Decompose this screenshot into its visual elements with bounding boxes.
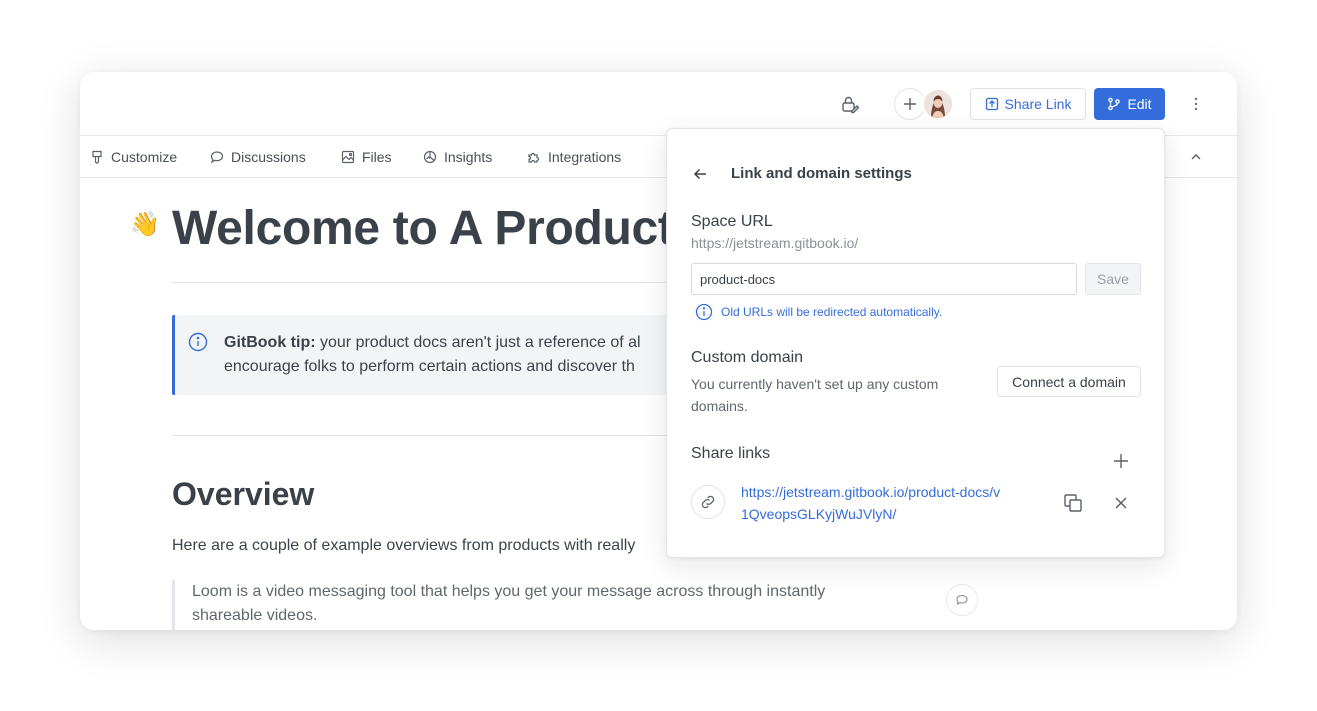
comment-button[interactable] [946, 584, 978, 616]
chart-icon [423, 150, 437, 164]
page-title[interactable]: Welcome to A Product [172, 201, 674, 256]
share-links-label: Share links [691, 445, 771, 462]
redirect-note: Old URLs will be redirected automaticall… [695, 303, 942, 321]
avatar[interactable] [922, 88, 954, 120]
hint-line-1: your product docs aren't just a referenc… [315, 334, 641, 351]
add-share-link-button[interactable] [1111, 451, 1131, 471]
share-link-label: Share Link [1004, 96, 1072, 112]
url-prefix: https://jetstream.gitbook.io/ [691, 235, 859, 251]
tab-customize[interactable]: Customize [90, 136, 177, 178]
share-link-button[interactable]: Share Link [970, 88, 1086, 120]
more-options-icon[interactable] [1188, 92, 1204, 116]
tab-integrations[interactable]: Integrations [527, 136, 621, 178]
hint-bold: GitBook tip: [224, 334, 316, 351]
plus-icon [1114, 454, 1128, 468]
brush-icon [92, 150, 102, 164]
page-emoji[interactable]: 👋 [130, 213, 160, 237]
back-arrow-icon[interactable] [691, 165, 709, 183]
info-icon [188, 332, 208, 352]
tab-discussions[interactable]: Discussions [210, 136, 306, 178]
puzzle-icon [528, 152, 540, 163]
tab-files[interactable]: Files [341, 136, 392, 178]
chevron-up-icon[interactable] [1188, 149, 1204, 165]
comment-icon [956, 594, 968, 606]
share-icon [985, 97, 998, 111]
save-button[interactable]: Save [1085, 263, 1141, 295]
edit-button[interactable]: Edit [1094, 88, 1165, 120]
tab-insights[interactable]: Insights [423, 136, 492, 178]
space-url-label: Space URL [691, 213, 773, 230]
quote-block[interactable]: Loom is a video messaging tool that help… [172, 580, 892, 630]
chat-bubble-icon [210, 151, 224, 164]
close-icon[interactable] [1111, 493, 1131, 513]
share-link-url[interactable]: https://jetstream.gitbook.io/product-doc… [741, 481, 1001, 525]
connect-domain-button[interactable]: Connect a domain [997, 366, 1141, 397]
redirect-note-text: Old URLs will be redirected automaticall… [721, 305, 943, 319]
tab-label: Files [362, 149, 392, 165]
edit-label: Edit [1127, 96, 1152, 112]
custom-domain-label: Custom domain [691, 349, 804, 366]
link-icon [691, 485, 725, 519]
info-icon [695, 303, 713, 321]
hint-text: GitBook tip: your product docs aren't ju… [224, 331, 684, 379]
link-domain-settings-popover: Link and domain settings Space URL https… [666, 128, 1165, 558]
image-icon [341, 150, 355, 164]
hint-line-2: encourage folks to perform certain actio… [224, 358, 635, 375]
tab-label: Discussions [231, 149, 306, 165]
plus-icon [904, 98, 916, 110]
url-slug-input[interactable] [691, 263, 1077, 295]
copy-icon[interactable] [1063, 493, 1083, 513]
branch-icon [1108, 97, 1121, 111]
tab-label: Insights [444, 149, 493, 165]
custom-domain-description: You currently haven't set up any custom … [691, 376, 939, 414]
top-bar: Share Link Edit [80, 72, 1237, 136]
tab-label: Integrations [548, 149, 622, 165]
permissions-lock-icon[interactable] [838, 92, 862, 116]
overview-heading[interactable]: Overview [172, 476, 314, 513]
overview-paragraph[interactable]: Here are a couple of example overviews f… [172, 534, 672, 558]
popover-title: Link and domain settings [731, 165, 912, 182]
tab-label: Customize [111, 149, 178, 165]
